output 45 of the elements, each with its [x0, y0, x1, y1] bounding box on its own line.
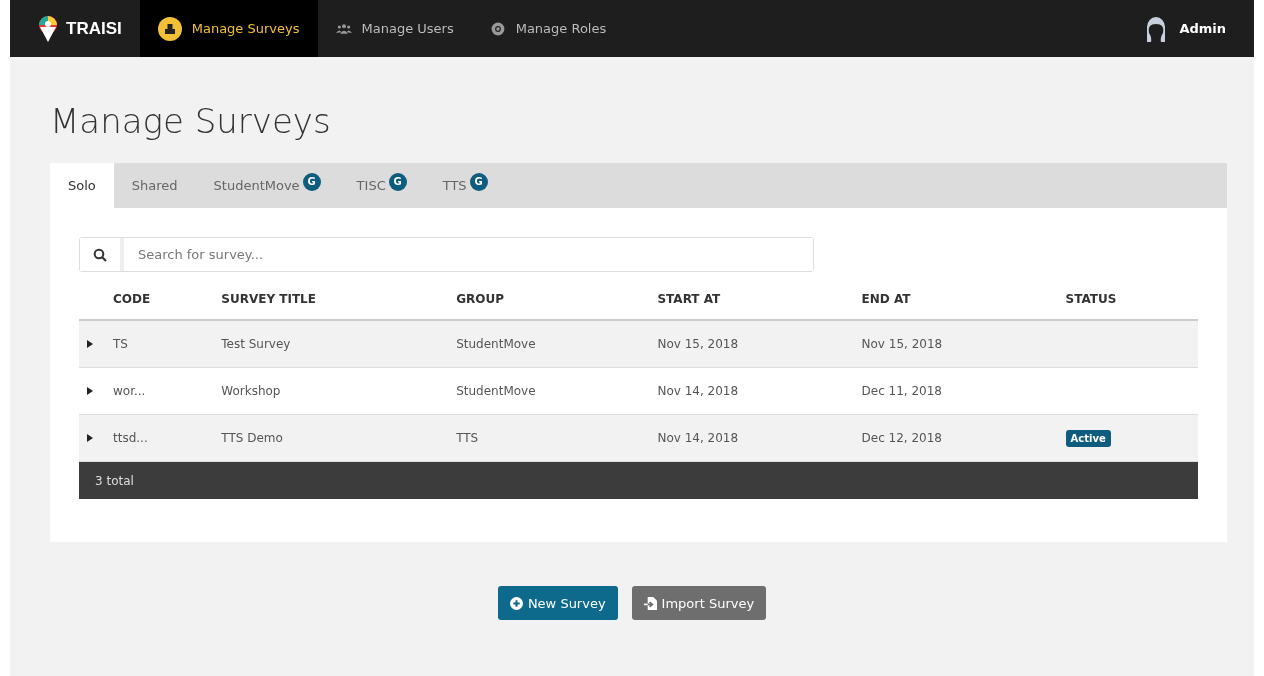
tab-badge: G — [388, 172, 407, 191]
total-count: 3 total — [95, 473, 134, 488]
file-import-icon — [643, 596, 657, 610]
search-icon[interactable] — [93, 247, 107, 262]
table-cell: Nov 15, 2018 — [651, 320, 856, 368]
status-badge: Active — [1065, 430, 1111, 447]
search-field[interactable]: Search for survey... — [79, 237, 814, 272]
tab-badge: G — [469, 172, 488, 191]
caret-icon[interactable] — [87, 434, 93, 442]
tab[interactable]: StudentMove G — [195, 163, 339, 208]
tab[interactable]: Solo — [50, 163, 114, 208]
roles-icon — [489, 21, 506, 36]
table-cell: Nov 14, 2018 — [651, 414, 856, 462]
table-cell: Dec 12, 2018 — [855, 414, 1060, 462]
nav-item[interactable]: Manage Roles — [471, 0, 625, 57]
table-cell: wor... — [107, 367, 216, 415]
import-survey-button[interactable]: Import Survey — [631, 586, 767, 620]
page-title: Manage Surveys — [49, 100, 332, 143]
caret-icon[interactable] — [87, 387, 93, 395]
table-cell: Nov 15, 2018 — [855, 320, 1060, 368]
tab-badge: G — [302, 172, 321, 191]
plus-circle-icon — [509, 596, 523, 610]
table-cell: Nov 14, 2018 — [651, 367, 856, 415]
table-cell: TS — [107, 320, 216, 368]
caret-icon[interactable] — [87, 340, 93, 348]
user-name[interactable]: Admin — [1179, 21, 1226, 36]
table-cell: StudentMove — [450, 367, 652, 415]
table-cell: Workshop — [215, 367, 451, 415]
table-cell: ttsd... — [107, 414, 216, 462]
tab[interactable]: Shared — [113, 163, 196, 208]
new-survey-button[interactable]: New Survey — [497, 586, 618, 620]
avatar-icon — [1145, 15, 1168, 42]
nav-item[interactable]: Manage Surveys — [139, 0, 318, 57]
logo-icon — [36, 14, 60, 43]
table-cell: TTS Demo — [215, 414, 451, 462]
tab[interactable]: TISC G — [338, 163, 425, 208]
nav-item[interactable]: Manage Users — [317, 0, 472, 57]
table-cell: StudentMove — [450, 320, 652, 368]
brand-name: TRAISI — [66, 18, 122, 39]
boxes-icon — [157, 16, 182, 41]
table-cell: TTS — [450, 414, 652, 462]
users-icon — [335, 21, 352, 36]
tab[interactable]: TTS G — [424, 163, 506, 208]
table-cell: Dec 11, 2018 — [855, 367, 1060, 415]
table-cell: Test Survey — [215, 320, 451, 368]
